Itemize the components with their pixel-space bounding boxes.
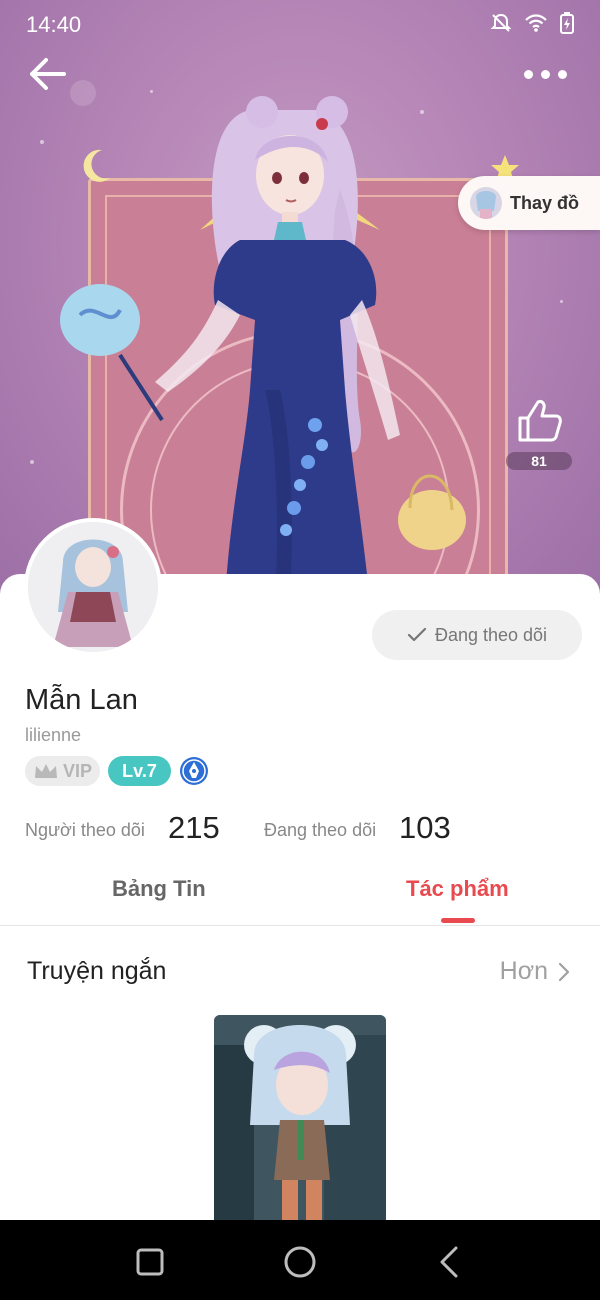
short-stories-header: Truyện ngắn Hơn (0, 950, 600, 994)
dot-icon (541, 69, 550, 79)
section-more-label: Hơn (499, 957, 548, 985)
sparkle (560, 300, 563, 303)
hero-banner: 14:40 Thay đồ 81 (0, 0, 600, 600)
system-back-button[interactable] (430, 1242, 470, 1282)
dot-icon (558, 69, 567, 79)
stats-row: Người theo dõi 215 Đang theo dõi 103 (25, 808, 585, 852)
thumbs-up-icon (518, 400, 562, 442)
like-button[interactable]: 81 (506, 396, 572, 476)
following-label[interactable]: Đang theo dõi (264, 820, 376, 841)
change-outfit-label: Thay đồ (510, 192, 580, 213)
status-bar: 14:40 (0, 0, 600, 50)
following-count[interactable]: 103 (399, 810, 451, 846)
system-navigation-bar (0, 1220, 600, 1300)
status-time: 14:40 (26, 12, 82, 37)
vip-badge[interactable]: VIP (25, 756, 101, 786)
followers-count[interactable]: 215 (168, 810, 220, 846)
profile-username: lilienne (25, 725, 82, 745)
level-badge[interactable]: Lv.7 (108, 756, 172, 786)
story-cover-illustration (214, 1015, 386, 1225)
following-button-label: Đang theo dõi (434, 624, 548, 645)
more-options-button[interactable] (524, 62, 572, 86)
crown-icon (35, 764, 57, 778)
check-icon (407, 627, 427, 642)
status-icons (490, 12, 574, 34)
profile-name: Mẫn Lan (25, 684, 138, 716)
battery-charging-icon (560, 12, 574, 34)
tab-feed[interactable]: Bảng Tin (112, 876, 206, 902)
following-button[interactable]: Đang theo dõi (372, 610, 582, 660)
sparkle (40, 140, 44, 144)
profile-tabs: Bảng Tin Tác phẩm (0, 860, 600, 926)
wifi-icon (525, 14, 547, 32)
like-count: 81 (506, 452, 572, 470)
back-button[interactable] (26, 52, 70, 96)
tab-works[interactable]: Tác phẩm (406, 876, 509, 902)
square-icon (136, 1248, 164, 1276)
avatar[interactable] (24, 518, 162, 656)
active-tab-indicator (441, 918, 475, 923)
notifications-off-icon (490, 13, 512, 32)
writer-badge[interactable] (179, 756, 209, 786)
avatar-illustration (28, 522, 158, 652)
recent-apps-button[interactable] (130, 1242, 170, 1282)
circle-icon (284, 1246, 316, 1278)
triangle-back-icon (440, 1246, 458, 1278)
chevron-right-icon (558, 962, 570, 981)
story-thumbnail[interactable] (214, 1015, 386, 1225)
home-button[interactable] (280, 1242, 320, 1282)
dot-icon (524, 69, 533, 79)
outfit-avatar-thumbnail (470, 187, 502, 219)
sparkle (30, 460, 34, 464)
badges-row: VIP Lv.7 (25, 756, 209, 786)
change-outfit-button[interactable]: Thay đồ (458, 176, 600, 230)
section-more-button[interactable]: Hơn (500, 957, 570, 986)
level-label: Lv.7 (122, 760, 157, 781)
pen-nib-icon (180, 757, 209, 785)
section-title: Truyện ngắn (27, 957, 167, 985)
followers-label[interactable]: Người theo dõi (25, 820, 145, 841)
arrow-left-icon (30, 58, 66, 90)
vip-label: VIP (63, 760, 93, 781)
